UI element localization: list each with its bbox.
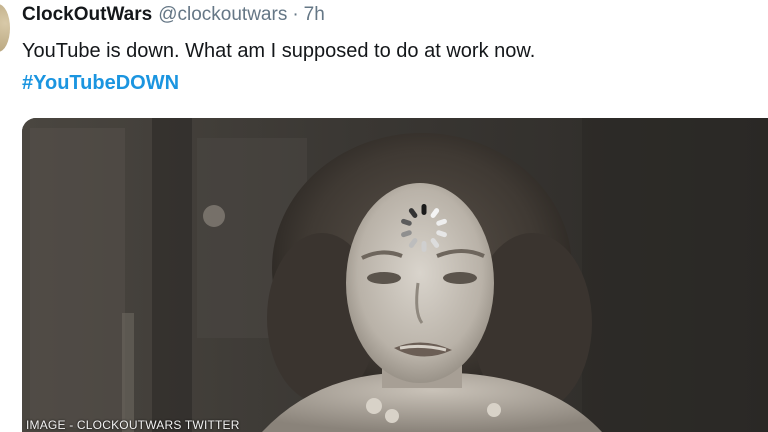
header-separator: · (292, 4, 299, 25)
hashtag-link[interactable]: #YouTubeDOWN (22, 72, 179, 95)
tweet-header: ClockOutWars @clockoutwars · 7h (22, 4, 325, 30)
tweet-text: YouTube is down. What am I supposed to d… (22, 40, 536, 62)
tweet-card: ClockOutWars @clockoutwars · 7h YouTube … (0, 0, 768, 432)
display-name[interactable]: ClockOutWars (22, 4, 152, 26)
meme-photo (22, 118, 768, 432)
image-credit-caption: IMAGE - CLOCKOUTWARS TWITTER (26, 418, 240, 432)
avatar[interactable] (0, 4, 10, 52)
tweet-media-image[interactable]: IMAGE - CLOCKOUTWARS TWITTER (22, 118, 768, 432)
tweet-timestamp[interactable]: 7h (304, 4, 325, 26)
user-handle[interactable]: @clockoutwars (158, 4, 287, 26)
